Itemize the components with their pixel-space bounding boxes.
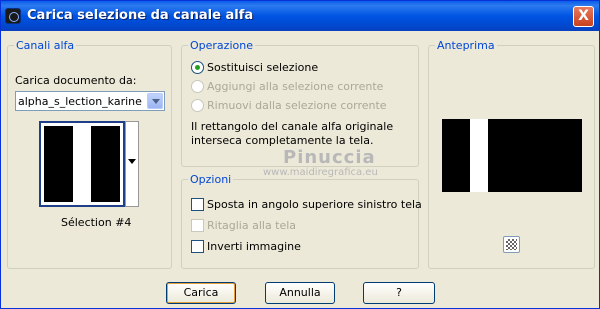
watermark-name: Pinuccia	[283, 147, 376, 168]
radio-rimuovi	[191, 99, 204, 112]
checkbox-sposta[interactable]	[191, 198, 204, 211]
preview-stripe	[470, 119, 488, 192]
carica-button[interactable]: Carica	[166, 282, 236, 304]
operazione-legend: Operazione	[190, 39, 253, 52]
doc-select[interactable]: alpha_s_lection_karine	[15, 91, 165, 111]
preview-image	[442, 119, 582, 192]
thumbnail-image	[44, 126, 120, 202]
checkbox-sposta-label[interactable]: Sposta in angolo superiore sinistro tela	[207, 198, 422, 211]
thumbnail-dropdown-button[interactable]	[125, 121, 139, 207]
app-icon	[5, 8, 21, 24]
annulla-button[interactable]: Annulla	[265, 282, 335, 304]
operazione-note-1: Il rettangolo del canale alfa originale	[191, 120, 394, 133]
thumbnail-label: Sélection #4	[61, 216, 132, 229]
doc-select-value: alpha_s_lection_karine	[18, 95, 142, 108]
chevron-down-icon[interactable]	[147, 93, 163, 109]
radio-sostituisci[interactable]	[191, 61, 204, 74]
doc-label: Carica documento da:	[15, 74, 137, 87]
dialog-window: Carica selezione da canale alfa X Canali…	[0, 0, 600, 309]
radio-aggiungi	[191, 80, 204, 93]
anteprima-legend: Anteprima	[437, 39, 495, 52]
close-button[interactable]: X	[573, 6, 594, 27]
opzioni-legend: Opzioni	[190, 173, 232, 186]
checker-icon[interactable]	[503, 236, 520, 253]
thumbnail-stripe	[73, 126, 91, 202]
radio-aggiungi-label: Aggiungi alla selezione corrente	[207, 80, 384, 93]
checkbox-ritaglia	[191, 219, 204, 232]
radio-rimuovi-label: Rimuovi dalla selezione corrente	[207, 99, 387, 112]
window-title: Carica selezione da canale alfa	[27, 8, 254, 23]
checkbox-inverti-label[interactable]: Inverti immagine	[207, 240, 301, 253]
operazione-note-2: interseca completamente la tela.	[191, 134, 374, 147]
canali-alfa-legend: Canali alfa	[16, 39, 75, 52]
checkbox-ritaglia-label: Ritaglia alla tela	[207, 219, 297, 232]
help-button[interactable]: ?	[363, 282, 435, 304]
radio-sostituisci-label[interactable]: Sostituisci selezione	[207, 61, 318, 74]
checkbox-inverti[interactable]	[191, 240, 204, 253]
channel-thumbnail[interactable]	[39, 121, 125, 207]
title-bar[interactable]: Carica selezione da canale alfa X	[1, 1, 599, 31]
